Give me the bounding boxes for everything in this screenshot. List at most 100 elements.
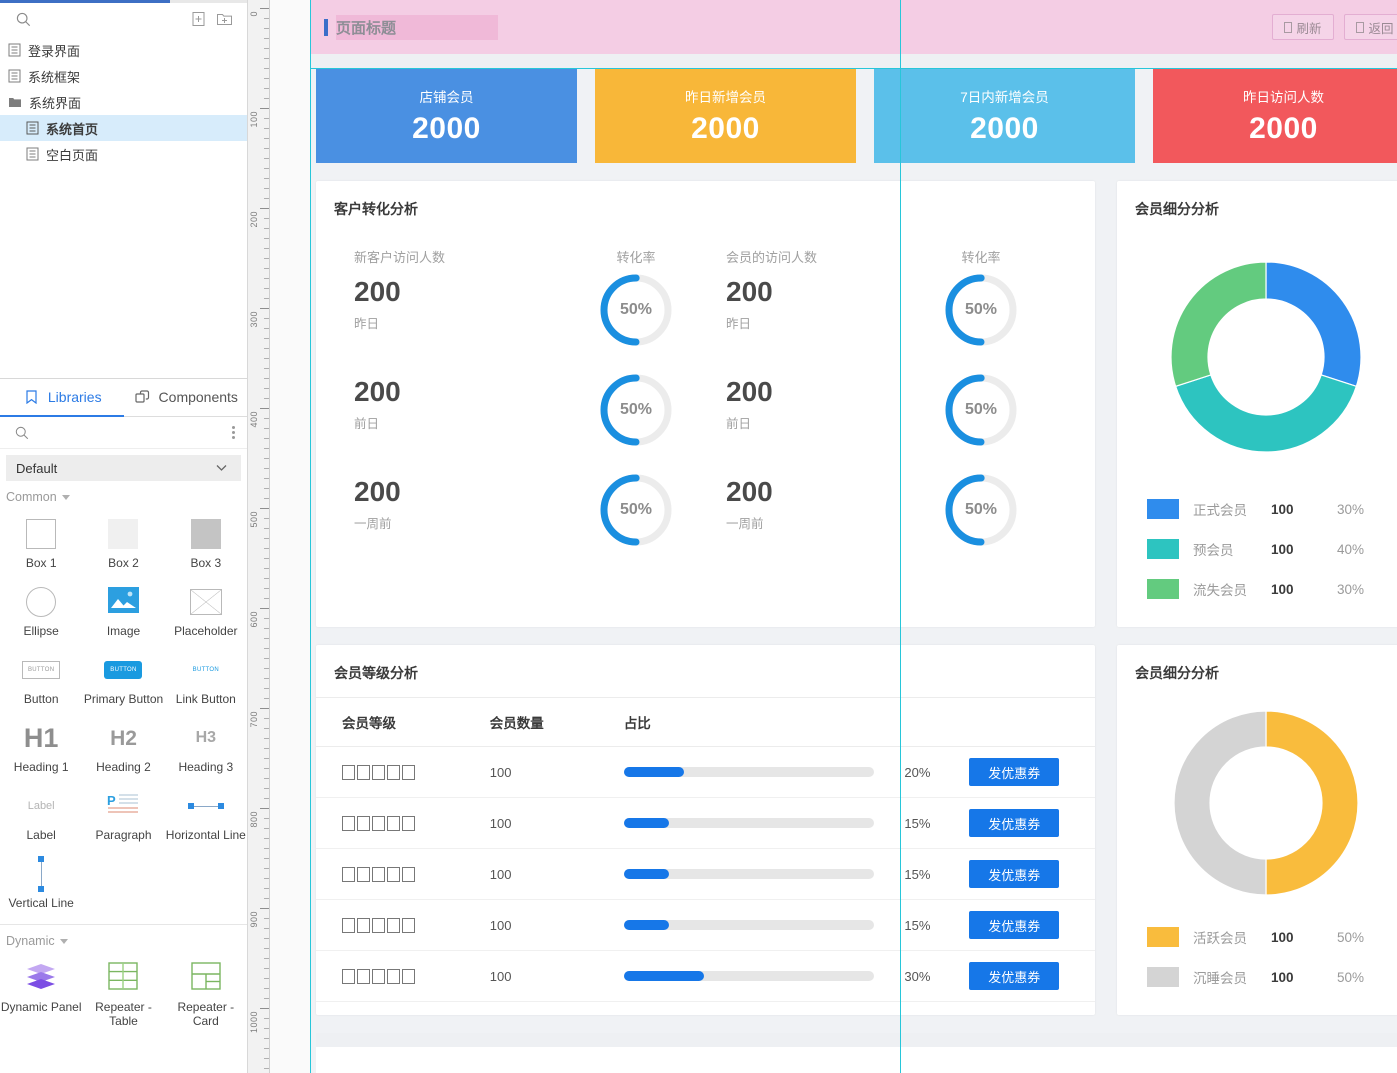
legend-percent: 50% (1337, 930, 1364, 945)
table-row[interactable]: 10020%发优惠券 (316, 747, 1095, 798)
library-search-input[interactable] (32, 425, 232, 440)
metric-period: 前日 (726, 413, 906, 432)
tree-item-label: 系统界面 (29, 93, 81, 112)
table-row[interactable]: 10030%发优惠券 (316, 951, 1095, 1002)
stat-label: 7日内新增会员 (960, 86, 1049, 106)
widget-label: Heading 1 (14, 760, 69, 774)
stat-card-row: 店铺会员 2000 昨日新增会员 2000 7日内新增会员 2000 昨日访问人… (310, 68, 1397, 163)
tree-item-system-ui[interactable]: 系统界面 (0, 89, 247, 115)
back-button[interactable]: 返回 (1344, 14, 1397, 40)
search-icon[interactable] (12, 423, 32, 443)
widget-repeater-table[interactable]: Repeater - Table (82, 952, 164, 1034)
widget-label: Vertical Line (8, 896, 73, 910)
h2-icon: H2 (110, 728, 137, 749)
widget-list[interactable]: Common Box 1 Box 2 Box 3 Ellipse Image P… (0, 481, 247, 1073)
chevron-down-icon (62, 495, 70, 500)
stat-card-new-7days[interactable]: 7日内新增会员 2000 (874, 68, 1135, 163)
stat-card-visits-yesterday[interactable]: 昨日访问人数 2000 (1153, 68, 1397, 163)
bookmark-icon (22, 387, 42, 407)
group-header-common[interactable]: Common (0, 481, 247, 508)
table-row[interactable]: 10015%发优惠券 (316, 798, 1095, 849)
widget-heading-3[interactable]: H3Heading 3 (165, 712, 247, 780)
conversion-gauge: 50% (599, 273, 673, 347)
tree-item-blank[interactable]: 空白页面 (0, 141, 247, 167)
metric-value: 200 (354, 273, 566, 311)
missing-glyph-icon (1284, 22, 1292, 33)
tree-item-framework[interactable]: 系统框架 (0, 63, 247, 89)
widget-ellipse[interactable]: Ellipse (0, 576, 82, 644)
add-page-icon[interactable] (185, 7, 211, 31)
chevron-down-icon (60, 939, 68, 944)
progress-track (624, 971, 874, 981)
tab-components-label: Components (159, 389, 238, 405)
search-icon[interactable] (10, 7, 36, 31)
library-options-icon[interactable] (232, 426, 235, 439)
title-accent-bar (324, 19, 328, 36)
widget-box-1[interactable]: Box 1 (0, 508, 82, 576)
column-header: 新客户访问人数 (354, 247, 566, 273)
legend-item: 活跃会员 100 50% (1117, 917, 1397, 957)
tree-item-label: 系统首页 (46, 119, 98, 138)
box1-icon (26, 519, 56, 549)
guide-left[interactable] (310, 0, 311, 1073)
page-tree: 登录界面 系统框架 系统界面 系统首页 空白页面 (0, 35, 247, 167)
h1-icon: H1 (24, 725, 59, 752)
gauge-value: 50% (944, 473, 1018, 547)
tree-item-login[interactable]: 登录界面 (0, 37, 247, 63)
legend-value: 100 (1271, 542, 1337, 557)
send-coupon-button[interactable]: 发优惠券 (969, 809, 1059, 837)
purchase-analysis-card: 会员购买分析 (316, 1047, 1397, 1073)
legend-percent: 30% (1337, 502, 1364, 517)
widget-box-2[interactable]: Box 2 (82, 508, 164, 576)
cell-action: 发优惠券 (969, 747, 1095, 798)
widget-primary-button[interactable]: BUTTONPrimary Button (82, 644, 164, 712)
cell-ratio-bar (624, 900, 905, 951)
widget-horizontal-line[interactable]: Horizontal Line (165, 780, 247, 848)
widget-button[interactable]: BUTTONButton (0, 644, 82, 712)
tree-item-home-selected[interactable]: 系统首页 (0, 115, 247, 141)
legend-item: 沉睡会员 100 50% (1117, 957, 1397, 997)
card-title: 客户转化分析 (316, 181, 1095, 219)
add-folder-icon[interactable] (211, 7, 237, 31)
tab-libraries[interactable]: Libraries (0, 379, 124, 417)
canvas-viewport[interactable]: 页面标题 刷新 返回 店铺会员 2000 (270, 0, 1397, 1073)
widget-placeholder[interactable]: Placeholder (165, 576, 247, 644)
refresh-button[interactable]: 刷新 (1272, 14, 1334, 40)
widget-heading-1[interactable]: H1 Heading 1 (0, 712, 82, 780)
widget-box-3[interactable]: Box 3 (165, 508, 247, 576)
library-select[interactable]: Default (6, 455, 241, 481)
segment-analysis-card-2: 会员细分分析 活跃会员 100 50% 沉睡会员 100 (1117, 645, 1397, 1015)
widget-paragraph[interactable]: P Paragraph (82, 780, 164, 848)
table-row[interactable]: 10015%发优惠券 (316, 849, 1095, 900)
group-header-dynamic[interactable]: Dynamic (0, 925, 247, 952)
metric-block: 200前日 (354, 373, 566, 473)
widget-repeater-card[interactable]: Repeater - Card (165, 952, 247, 1034)
widget-label: Box 2 (108, 556, 139, 570)
primary-button-icon: BUTTON (104, 661, 142, 679)
widget-label: Dynamic Panel (1, 1000, 82, 1014)
stat-card-shop-members[interactable]: 店铺会员 2000 (316, 68, 577, 163)
widget-dynamic-panel[interactable]: Dynamic Panel (0, 952, 82, 1034)
send-coupon-button[interactable]: 发优惠券 (969, 962, 1059, 990)
stat-card-new-yesterday[interactable]: 昨日新增会员 2000 (595, 68, 856, 163)
send-coupon-button[interactable]: 发优惠券 (969, 860, 1059, 888)
guide-horizontal[interactable] (310, 68, 1397, 69)
send-coupon-button[interactable]: 发优惠券 (969, 911, 1059, 939)
conversion-gauge: 50% (944, 273, 1018, 347)
widget-image[interactable]: Image (82, 576, 164, 644)
widget-heading-2[interactable]: H2Heading 2 (82, 712, 164, 780)
tab-components[interactable]: Components (124, 379, 248, 417)
library-select-value: Default (16, 461, 57, 476)
widget-link-button[interactable]: BUTTONLink Button (165, 644, 247, 712)
libraries-panel: Libraries Components Default (0, 378, 247, 1073)
widget-vertical-line[interactable]: Vertical Line (0, 848, 82, 916)
widget-label[interactable]: LabelLabel (0, 780, 82, 848)
segment-analysis-card-1: 会员细分分析 正式会员 100 30% 预会员 100 (1117, 181, 1397, 627)
metric-block: 200一周前 (354, 473, 566, 573)
guide-center[interactable] (900, 0, 901, 1073)
vertical-ruler[interactable]: 01002003004005006007008009001000 (248, 0, 270, 1073)
send-coupon-button[interactable]: 发优惠券 (969, 758, 1059, 786)
legend-swatch (1147, 579, 1179, 599)
table-row[interactable]: 10015%发优惠券 (316, 900, 1095, 951)
page-canvas[interactable]: 页面标题 刷新 返回 店铺会员 2000 (310, 0, 1397, 1073)
